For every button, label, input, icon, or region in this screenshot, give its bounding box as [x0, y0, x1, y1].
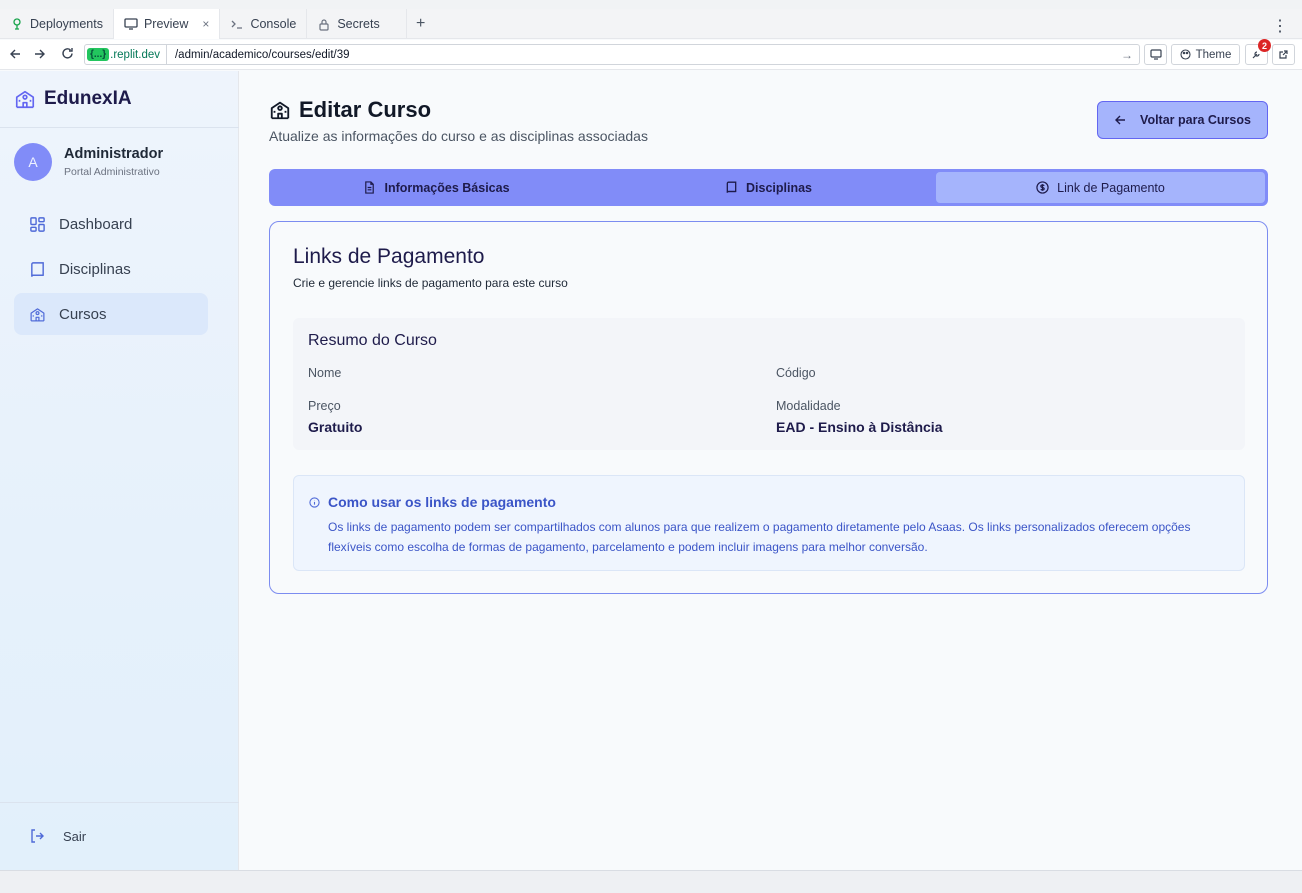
avatar: A — [14, 143, 52, 181]
brand[interactable]: EdunexIA — [14, 88, 132, 110]
device-toggle-button[interactable] — [1144, 44, 1167, 65]
field-value-preco: Gratuito — [308, 419, 363, 435]
payment-links-card: Links de Pagamento Crie e gerencie links… — [269, 221, 1268, 594]
notification-badge: 2 — [1258, 39, 1271, 52]
page-title: Editar Curso — [269, 97, 431, 123]
domain-text: .replit.dev — [110, 48, 160, 61]
tab-disciplinas[interactable]: Disciplinas — [604, 172, 933, 203]
user-name: Administrador — [64, 146, 164, 162]
sidebar: EdunexIA A Administrador Portal Administ… — [0, 71, 239, 870]
tab-informacoes-basicas[interactable]: Informações Básicas — [272, 172, 601, 203]
devtools-button[interactable]: 2 — [1245, 39, 1271, 65]
divider — [0, 127, 239, 128]
domain-pill: {...} — [87, 48, 110, 61]
back-to-courses-button[interactable]: Voltar para Cursos — [1097, 101, 1268, 139]
tab-secrets[interactable]: Secrets — [307, 9, 407, 39]
brand-name: EdunexIA — [44, 88, 132, 109]
url-domain: {...} .replit.dev — [85, 45, 167, 64]
page-title-text: Editar Curso — [299, 97, 432, 122]
tab-deployments[interactable]: Deployments — [0, 9, 114, 39]
deploy-icon — [10, 17, 24, 31]
taskbar-strip — [0, 870, 1302, 893]
window-top-strip — [0, 0, 1302, 9]
sidebar-item-dashboard[interactable]: Dashboard — [14, 203, 208, 245]
info-text: Os links de pagamento podem ser comparti… — [328, 520, 1191, 554]
summary-title: Resumo do Curso — [308, 332, 437, 349]
tab-label: Link de Pagamento — [1057, 180, 1165, 195]
tab-preview[interactable]: Preview × — [113, 9, 221, 39]
file-text-icon — [365, 181, 375, 194]
sidebar-item-cursos[interactable]: Cursos — [14, 293, 208, 335]
back-button-label: Voltar para Cursos — [1140, 113, 1251, 127]
monitor-icon — [1149, 49, 1162, 60]
tab-console[interactable]: Console — [220, 9, 308, 39]
tab-label: Secrets — [337, 17, 380, 31]
dashboard-icon — [30, 216, 45, 232]
sidebar-item-label: Disciplinas — [59, 260, 131, 278]
field-value-modalidade: EAD - Ensino à Distância — [776, 419, 943, 435]
palette-icon — [1180, 49, 1191, 60]
sidebar-item-disciplinas[interactable]: Disciplinas — [14, 248, 208, 290]
theme-label: Theme — [1195, 48, 1232, 61]
dollar-circle-icon — [1036, 181, 1049, 194]
logout-icon — [31, 829, 44, 843]
lock-icon — [317, 17, 331, 31]
school-icon — [30, 307, 45, 321]
field-label-codigo: Código — [776, 366, 816, 380]
new-tab-button[interactable]: + — [407, 9, 435, 38]
divider — [0, 802, 239, 803]
back-arrow-icon[interactable] — [3, 47, 27, 63]
tab-link-de-pagamento[interactable]: Link de Pagamento — [936, 172, 1265, 203]
info-alert: Como usar os links de pagamento Os links… — [293, 475, 1245, 571]
card-subtitle: Crie e gerencie links de pagamento para … — [293, 276, 568, 290]
info-icon — [309, 497, 320, 508]
main-content: Editar Curso Atualize as informações do … — [240, 71, 1302, 870]
open-external-button[interactable] — [1272, 44, 1295, 65]
forward-arrow-icon[interactable] — [28, 47, 52, 63]
go-arrow-icon[interactable]: → — [1121, 48, 1133, 62]
more-menu-icon[interactable]: ⋮ — [1272, 16, 1288, 36]
field-label-modalidade: Modalidade — [776, 399, 841, 413]
tab-label: Console — [250, 17, 297, 31]
tab-label: Preview — [143, 17, 189, 31]
logout-label: Sair — [63, 828, 87, 844]
user-profile: A Administrador Portal Administrativo — [14, 143, 163, 181]
field-label-preco: Preço — [308, 399, 341, 413]
url-toolbar: {...} .replit.dev /admin/academico/cours… — [0, 39, 1302, 70]
reload-icon[interactable] — [55, 47, 79, 63]
book-icon — [31, 261, 44, 277]
card-title: Links de Pagamento — [293, 245, 485, 268]
sidebar-item-label: Dashboard — [59, 215, 133, 233]
theme-button[interactable]: Theme — [1171, 44, 1240, 65]
logout-button[interactable]: Sair — [29, 828, 86, 844]
tab-label: Disciplinas — [746, 180, 812, 195]
field-label-nome: Nome — [308, 366, 342, 380]
school-icon — [15, 90, 35, 109]
browser-tab-bar: Deployments Preview × Console Secrets + … — [0, 9, 1302, 39]
url-path: /admin/academico/courses/edit/39 — [174, 48, 350, 61]
book-icon — [726, 181, 737, 193]
tab-label: Informações Básicas — [384, 180, 510, 195]
arrow-left-icon — [1115, 115, 1126, 125]
user-role: Portal Administrativo — [64, 166, 160, 178]
terminal-icon — [230, 17, 244, 31]
school-icon — [270, 101, 290, 120]
monitor-icon — [124, 17, 138, 31]
info-title: Como usar os links de pagamento — [328, 494, 556, 510]
tab-label: Deployments — [30, 17, 103, 31]
url-input[interactable]: {...} .replit.dev /admin/academico/cours… — [84, 44, 1140, 65]
external-link-icon — [1279, 50, 1288, 59]
course-summary: Resumo do Curso Nome Código Preço Gratui… — [293, 318, 1245, 450]
close-icon[interactable]: × — [202, 17, 209, 31]
page-subtitle: Atualize as informações do curso e as di… — [269, 128, 648, 144]
sidebar-item-label: Cursos — [59, 305, 107, 323]
course-tabs: Informações Básicas Disciplinas Link de … — [269, 169, 1268, 206]
